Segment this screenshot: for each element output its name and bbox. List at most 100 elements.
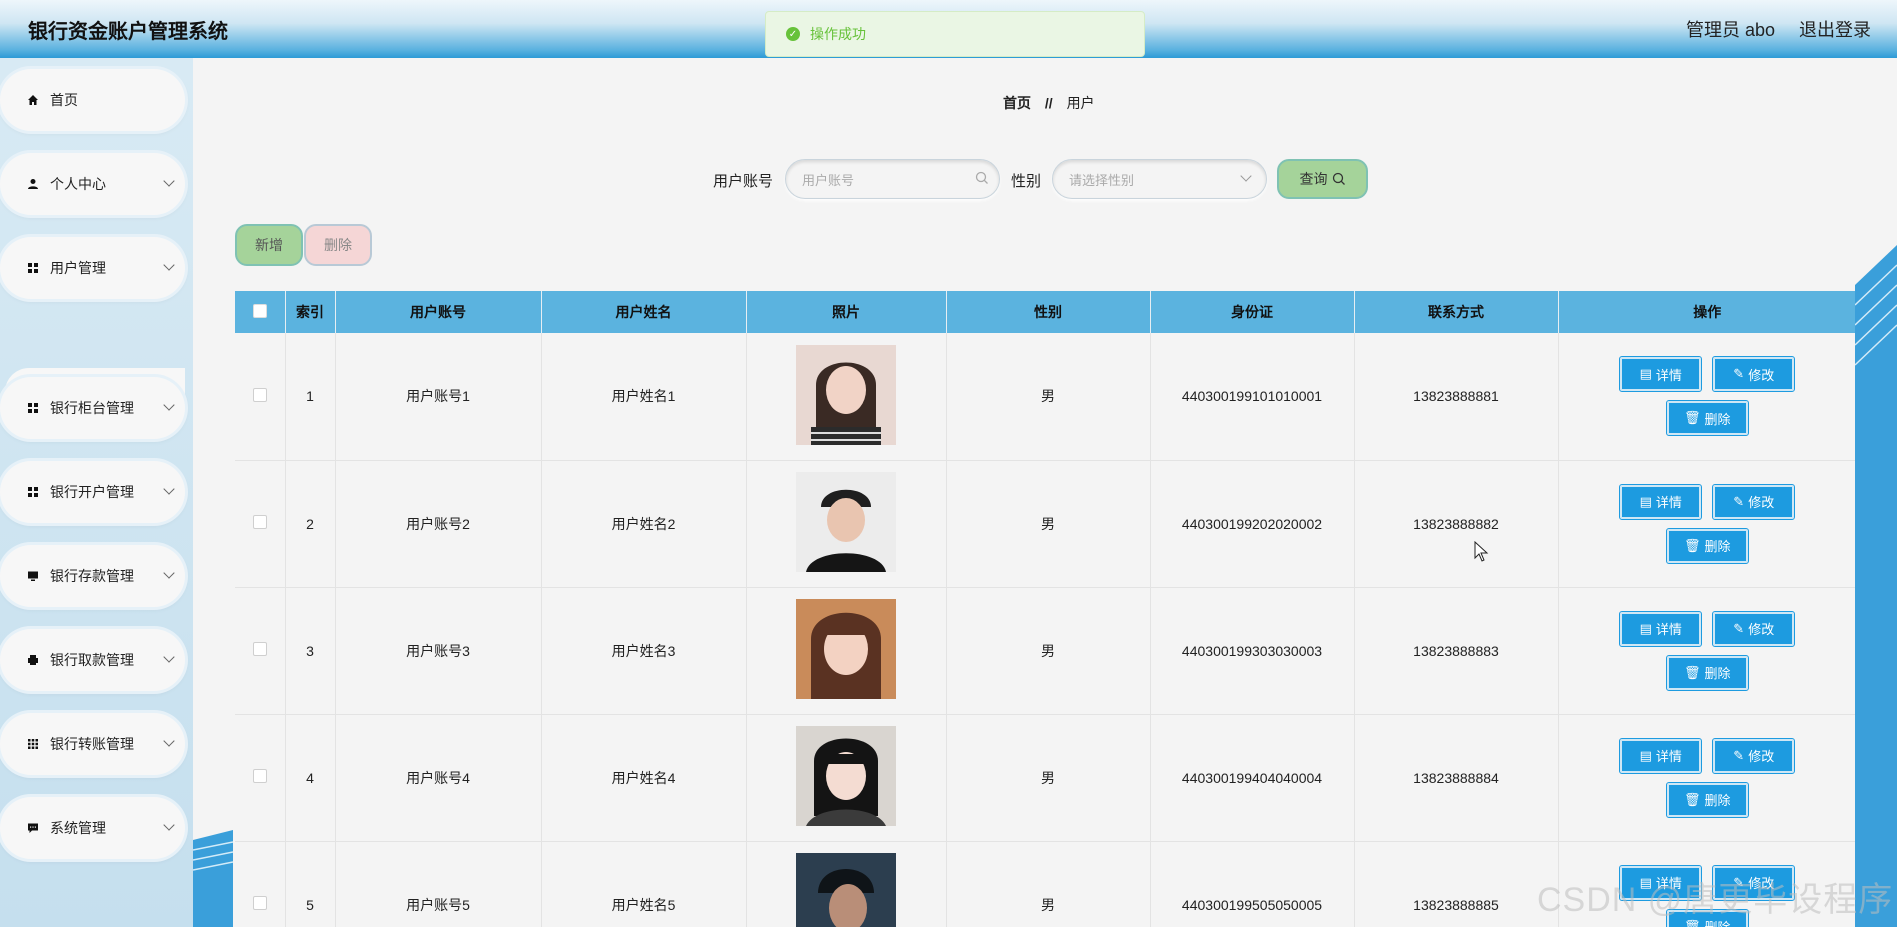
- row-checkbox-cell: [235, 333, 286, 461]
- detail-button-label: 详情: [1655, 749, 1682, 764]
- grid-icon: [26, 401, 40, 415]
- table-row: 1 用户账号1 用户姓名1 男 440300199101010001 13823…: [235, 333, 1856, 461]
- sidebar-item-deposit[interactable]: 银行存款管理: [0, 545, 185, 607]
- sidebar-item-label: 系统管理: [50, 820, 106, 836]
- user-photo[interactable]: [796, 726, 896, 826]
- admin-user-label[interactable]: 管理员 abo: [1686, 16, 1775, 42]
- pen-icon: ✎: [1733, 747, 1745, 763]
- sidebar-item-home[interactable]: 首页: [0, 69, 185, 131]
- column-header: 照片: [746, 291, 947, 333]
- delete-button[interactable]: 🗑删除: [1665, 400, 1749, 437]
- sidebar-item-label: 银行转账管理: [50, 736, 134, 752]
- header-user-area: 管理员 abo 退出登录: [1686, 16, 1871, 42]
- trash-icon: 🗑: [1683, 791, 1701, 807]
- column-header: 用户姓名: [541, 291, 747, 333]
- row-checkbox[interactable]: [252, 769, 267, 783]
- corner-stripe-decoration: [193, 830, 233, 927]
- delete-button[interactable]: 🗑删除: [1665, 781, 1749, 818]
- row-gender: 男: [946, 333, 1151, 461]
- sidebar-item-label: 个人中心: [50, 176, 106, 192]
- gender-filter-label: 性别: [1011, 173, 1042, 190]
- row-phone: 13823888882: [1354, 460, 1559, 588]
- detail-button[interactable]: ▤ 详情: [1619, 610, 1703, 647]
- delete-button[interactable]: 🗑删除: [1665, 527, 1749, 564]
- table-row: 4 用户账号4 用户姓名4 男 440300199404040004 13823…: [235, 714, 1856, 842]
- row-id-card: 440300199101010001: [1150, 333, 1355, 461]
- row-checkbox[interactable]: [252, 515, 267, 529]
- row-index: 5: [285, 841, 336, 927]
- sidebar-item-counter-management[interactable]: 银行柜台管理: [0, 377, 185, 439]
- table-header-row: 索引 用户账号 用户姓名 照片 性别 身份证 联系方式 操作: [235, 291, 1856, 333]
- row-index: 2: [285, 460, 336, 588]
- document-icon: ▤: [1639, 620, 1652, 636]
- trash-icon: 🗑: [1683, 537, 1701, 553]
- detail-button[interactable]: ▤ 详情: [1619, 356, 1703, 393]
- document-icon: ▤: [1639, 493, 1652, 509]
- chevron-down-icon: [163, 399, 175, 411]
- delete-button-label: 删除: [1704, 666, 1731, 681]
- add-button[interactable]: 新增: [235, 224, 303, 266]
- chevron-down-icon: [163, 651, 175, 663]
- user-photo[interactable]: [796, 472, 896, 572]
- detail-button[interactable]: ▤ 详情: [1619, 483, 1703, 520]
- monitor-icon: [26, 569, 40, 583]
- column-header: 身份证: [1150, 291, 1355, 333]
- table-row: 2 用户账号2 用户姓名2 男 440300199202020002 13823…: [235, 460, 1856, 588]
- logout-link[interactable]: 退出登录: [1799, 16, 1871, 42]
- row-checkbox-cell: [235, 587, 286, 715]
- delete-button-label: 删除: [1704, 793, 1731, 808]
- pen-icon: ✎: [1733, 620, 1745, 636]
- sidebar-item-system[interactable]: 系统管理: [0, 797, 185, 859]
- gender-select[interactable]: 请选择性别: [1052, 159, 1267, 199]
- sidebar-item-withdrawal[interactable]: 银行取款管理: [0, 629, 185, 691]
- query-button[interactable]: 查询: [1277, 159, 1368, 199]
- pen-icon: ✎: [1733, 366, 1745, 382]
- chevron-down-icon: [163, 483, 175, 495]
- edit-button[interactable]: ✎ 修改: [1712, 610, 1796, 647]
- edit-button-label: 修改: [1748, 495, 1775, 510]
- document-icon: ▤: [1639, 366, 1652, 382]
- account-search-input[interactable]: 用户账号: [785, 159, 1000, 199]
- row-name: 用户姓名4: [541, 714, 747, 842]
- sidebar-item-transfer[interactable]: 银行转账管理: [0, 713, 185, 775]
- row-checkbox[interactable]: [252, 642, 267, 656]
- batch-delete-button[interactable]: 删除: [304, 224, 372, 266]
- edit-button[interactable]: ✎ 修改: [1712, 356, 1796, 393]
- table-row: 3 用户账号3 用户姓名3 男 440300199303030003 13823…: [235, 587, 1856, 715]
- select-all-checkbox[interactable]: [252, 303, 267, 318]
- row-checkbox[interactable]: [252, 896, 267, 910]
- row-checkbox-cell: [235, 841, 286, 927]
- detail-button[interactable]: ▤ 详情: [1619, 737, 1703, 774]
- account-search-placeholder: 用户账号: [802, 172, 855, 188]
- row-name: 用户姓名5: [541, 841, 747, 927]
- user-photo[interactable]: [796, 344, 896, 445]
- chevron-down-icon: [163, 259, 175, 271]
- user-photo[interactable]: [796, 599, 896, 699]
- sidebar-item-label: 首页: [50, 92, 78, 108]
- side-stripe-decoration: [1855, 245, 1897, 927]
- row-gender: 男: [946, 841, 1151, 927]
- csdn-watermark: CSDN @唐更毕设程序: [1537, 881, 1894, 919]
- breadcrumb-home[interactable]: 首页: [1003, 95, 1031, 111]
- delete-button[interactable]: 🗑删除: [1665, 654, 1749, 691]
- row-index: 3: [285, 587, 336, 715]
- chevron-down-icon: [1240, 170, 1252, 182]
- user-icon: [26, 177, 40, 191]
- check-circle-icon: ✓: [786, 27, 800, 41]
- sidebar-item-account-opening[interactable]: 银行开户管理: [0, 461, 185, 523]
- trash-icon: 🗑: [1683, 664, 1701, 680]
- sidebar-item-profile[interactable]: 个人中心: [0, 153, 185, 215]
- row-actions: ▤详情 ✎修改 🗑删除: [1558, 714, 1856, 842]
- row-photo-cell: [746, 460, 947, 588]
- row-actions: ▤详情 ✎修改 🗑删除: [1558, 333, 1856, 461]
- sidebar-item-user-management[interactable]: 用户管理: [0, 237, 185, 299]
- row-gender: 男: [946, 587, 1151, 715]
- user-photo[interactable]: [796, 853, 896, 927]
- row-id-card: 440300199505050005: [1150, 841, 1355, 927]
- breadcrumb-current: 用户: [1066, 95, 1095, 111]
- row-checkbox[interactable]: [252, 387, 267, 402]
- edit-button[interactable]: ✎ 修改: [1712, 737, 1796, 774]
- edit-button[interactable]: ✎ 修改: [1712, 483, 1796, 520]
- row-account: 用户账号5: [335, 841, 542, 927]
- row-gender: 男: [946, 460, 1151, 588]
